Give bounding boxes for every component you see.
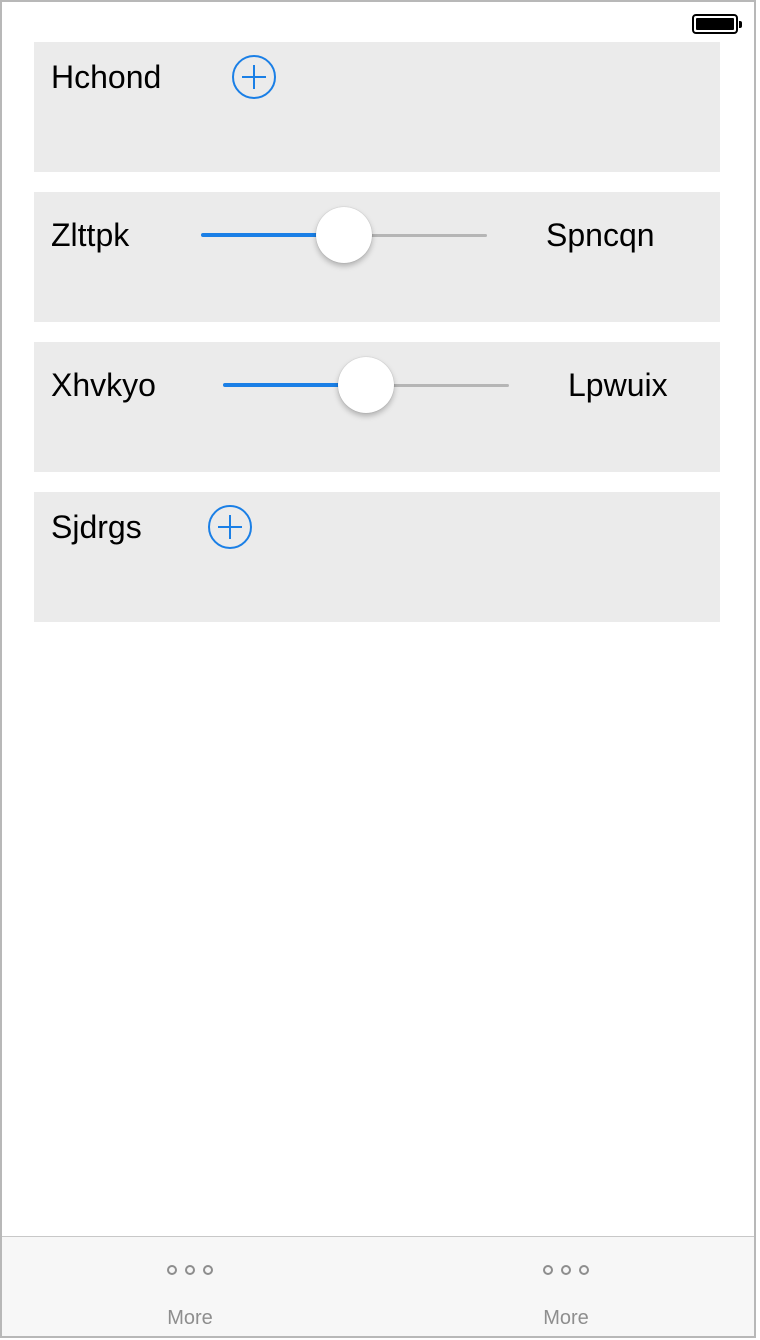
tab-bar: More More <box>2 1236 754 1336</box>
status-bar <box>2 2 754 42</box>
plus-circle-icon[interactable] <box>208 505 252 549</box>
more-icon <box>167 1265 213 1275</box>
xhvkyo-slider[interactable] <box>223 354 509 414</box>
tab-label: More <box>543 1307 589 1329</box>
row-xhvkyo: Xhvkyo Lpwuix <box>34 342 720 472</box>
zlttpk-slider[interactable] <box>201 204 487 264</box>
tab-more-2[interactable]: More <box>378 1237 754 1336</box>
row-sjdrgs: Sjdrgs <box>34 492 720 622</box>
row-label: Xhvkyo <box>51 367 156 403</box>
device-frame: Hchond Zlttpk Spncqn Xhvkyo Lpwuix Sjdrg… <box>0 0 756 1338</box>
row-zlttpk: Zlttpk Spncqn <box>34 192 720 322</box>
slider-thumb[interactable] <box>316 207 372 263</box>
plus-circle-icon[interactable] <box>232 55 276 99</box>
row-hchond: Hchond <box>34 42 720 172</box>
tab-label: More <box>167 1307 213 1329</box>
battery-full-icon <box>692 14 742 34</box>
tab-more-1[interactable]: More <box>2 1237 378 1336</box>
row-label: Zlttpk <box>51 217 130 253</box>
more-icon <box>543 1265 589 1275</box>
row-right-label: Spncqn <box>546 217 655 253</box>
row-right-label: Lpwuix <box>568 367 668 403</box>
row-label: Hchond <box>51 59 162 95</box>
slider-thumb[interactable] <box>338 357 394 413</box>
row-label: Sjdrgs <box>51 509 142 545</box>
